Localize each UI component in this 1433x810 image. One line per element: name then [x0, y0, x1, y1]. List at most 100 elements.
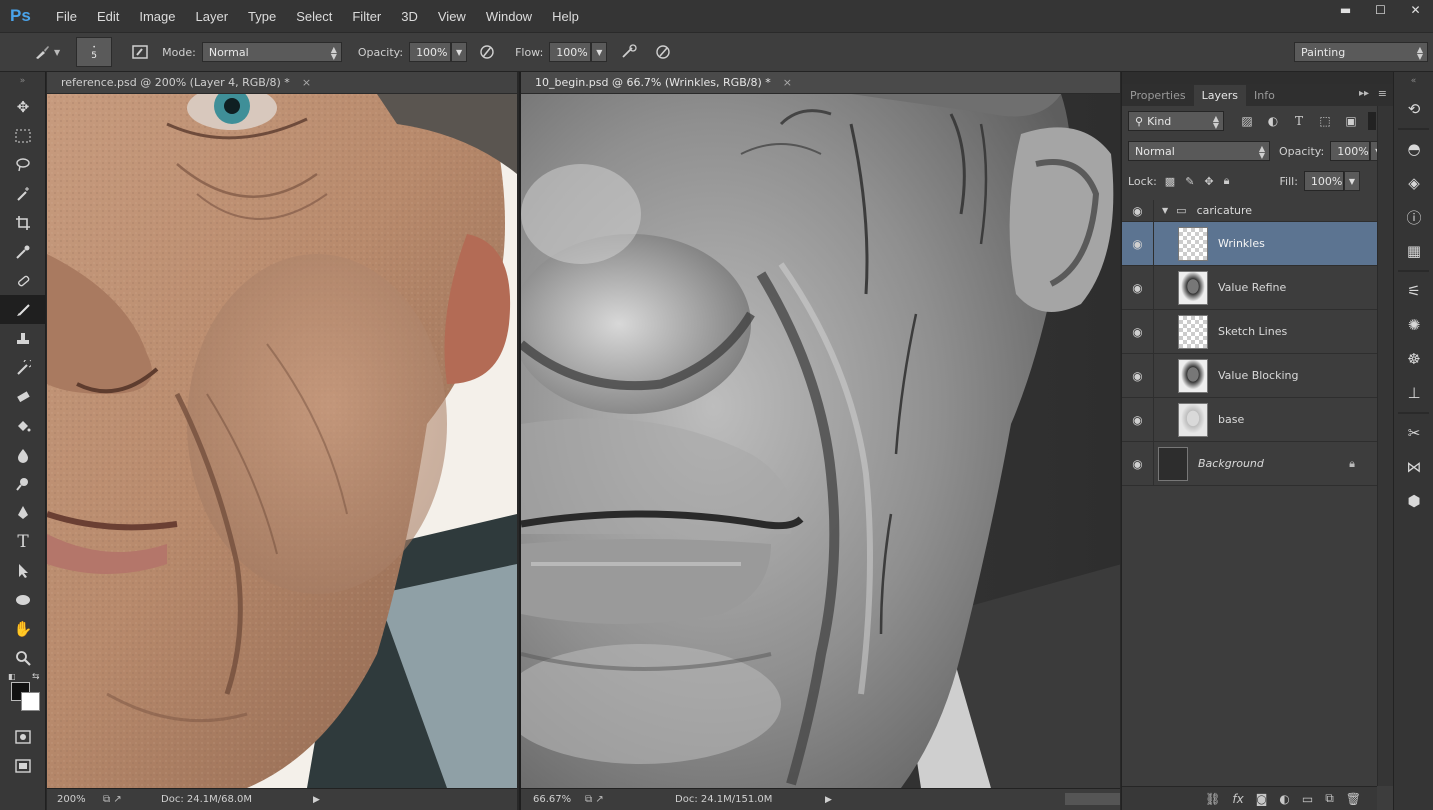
ellipse-tool-icon[interactable]: [0, 585, 46, 614]
maximize-button[interactable]: ☐: [1363, 0, 1398, 20]
workspace-dropdown[interactable]: Painting ▲ ▼: [1294, 42, 1428, 62]
menu-filter[interactable]: Filter: [352, 9, 381, 24]
airbrush-icon[interactable]: [617, 40, 641, 64]
menu-image[interactable]: Image: [139, 9, 175, 24]
adjustments-panel-icon[interactable]: ◓: [1394, 132, 1433, 166]
fill-slider-button[interactable]: ▼: [1343, 171, 1360, 191]
navigator-icon[interactable]: ☸: [1394, 342, 1433, 376]
add-mask-icon[interactable]: ◙: [1256, 792, 1268, 806]
flow-input[interactable]: 100%: [549, 42, 592, 62]
pixel-filter-icon[interactable]: ▨: [1238, 112, 1256, 130]
hand-tool-icon[interactable]: ✋: [0, 614, 46, 643]
layers-panel-icon[interactable]: ◈: [1394, 166, 1433, 200]
lock-transparent-icon[interactable]: ▩: [1165, 175, 1175, 188]
mode-dropdown[interactable]: Normal ▲ ▼: [201, 42, 342, 62]
pen-tool-icon[interactable]: [0, 498, 46, 527]
type-tool-icon[interactable]: T: [0, 527, 46, 556]
brush-panel-toggle-icon[interactable]: [128, 40, 152, 64]
share-icon[interactable]: ⧉ ↗: [103, 794, 143, 805]
visibility-eye-icon[interactable]: ◉: [1122, 398, 1154, 441]
new-layer-icon[interactable]: ⧉: [1325, 791, 1334, 806]
painting-canvas[interactable]: [521, 94, 1120, 788]
menu-type[interactable]: Type: [248, 9, 276, 24]
adjustment-layer-icon[interactable]: ◐: [1279, 792, 1289, 806]
swap-colors-icon[interactable]: ⇆: [32, 672, 40, 682]
layer-row-wrinkles[interactable]: ◉ Wrinkles: [1122, 222, 1377, 266]
lock-position-icon[interactable]: ✥: [1204, 175, 1213, 188]
eraser-tool-icon[interactable]: [0, 382, 46, 411]
flow-slider-button[interactable]: ▼: [591, 42, 608, 62]
layer-row-value-blocking[interactable]: ◉ Value Blocking: [1122, 354, 1377, 398]
swatches-panel-icon[interactable]: ▦: [1394, 234, 1433, 268]
close-tab-icon[interactable]: ×: [302, 76, 311, 89]
path-selection-icon[interactable]: [0, 556, 46, 585]
layer-row-value-refine[interactable]: ◉ Value Refine: [1122, 266, 1377, 310]
menu-layer[interactable]: Layer: [196, 9, 229, 24]
clone-stamp-icon[interactable]: [0, 324, 46, 353]
type-filter-icon[interactable]: T: [1290, 112, 1308, 130]
document-tab-painting[interactable]: 10_begin.psd @ 66.7% (Wrinkles, RGB/8) *…: [521, 72, 1120, 94]
tab-properties[interactable]: Properties: [1122, 85, 1194, 106]
tab-info[interactable]: Info: [1246, 85, 1283, 106]
pressure-size-icon[interactable]: [651, 40, 675, 64]
status-menu-arrow-icon[interactable]: ▶: [313, 795, 320, 805]
chevron-down-icon[interactable]: ▼: [54, 48, 60, 57]
minimize-button[interactable]: ▬: [1328, 0, 1363, 20]
layers-scrollbar[interactable]: [1377, 106, 1393, 786]
zoom-level[interactable]: 66.67%: [533, 794, 585, 805]
collapse-panel-icon[interactable]: ▸▸: [1359, 88, 1369, 99]
visibility-eye-icon[interactable]: ◉: [1122, 354, 1154, 397]
visibility-eye-icon[interactable]: ◉: [1122, 442, 1154, 485]
opacity-slider-button[interactable]: ▼: [451, 42, 468, 62]
history-panel-icon[interactable]: ⟲: [1394, 92, 1433, 126]
status-menu-arrow-icon[interactable]: ▶: [825, 795, 832, 805]
zoom-level[interactable]: 200%: [57, 794, 103, 805]
background-color-swatch[interactable]: [21, 692, 40, 711]
brush-presets-icon[interactable]: ⚟: [1394, 274, 1433, 308]
shape-filter-icon[interactable]: ⬚: [1316, 112, 1334, 130]
trash-icon[interactable]: 🗑︎: [1346, 792, 1361, 806]
horizontal-scrollbar[interactable]: [1065, 793, 1120, 805]
layer-row-sketch-lines[interactable]: ◉ Sketch Lines: [1122, 310, 1377, 354]
screen-mode-icon[interactable]: [0, 751, 46, 780]
smart-object-filter-icon[interactable]: ▣: [1342, 112, 1360, 130]
blur-tool-icon[interactable]: [0, 440, 46, 469]
magic-wand-icon[interactable]: [0, 179, 46, 208]
brush-panel-icon[interactable]: ✺: [1394, 308, 1433, 342]
zoom-tool-icon[interactable]: [0, 643, 46, 672]
menu-3d[interactable]: 3D: [401, 9, 418, 24]
tab-layers[interactable]: Layers: [1193, 85, 1246, 106]
layer-style-fx-icon[interactable]: fx: [1232, 792, 1243, 806]
chevron-down-icon[interactable]: ▼: [1162, 206, 1168, 215]
menu-window[interactable]: Window: [486, 9, 532, 24]
marquee-tool-icon[interactable]: [0, 121, 46, 150]
info-panel-icon[interactable]: ⓘ: [1394, 200, 1433, 234]
brush-tool-icon[interactable]: [0, 295, 46, 324]
menu-file[interactable]: File: [56, 9, 77, 24]
menu-edit[interactable]: Edit: [97, 9, 119, 24]
menu-help[interactable]: Help: [552, 9, 579, 24]
menu-view[interactable]: View: [438, 9, 466, 24]
move-tool-icon[interactable]: ✥: [0, 92, 46, 121]
close-window-button[interactable]: ✕: [1398, 0, 1433, 20]
tool-presets-icon[interactable]: ✂: [1394, 416, 1433, 450]
menu-select[interactable]: Select: [296, 9, 332, 24]
dodge-tool-icon[interactable]: [0, 469, 46, 498]
layer-group-caricature[interactable]: ◉ ▼ ▭ caricature: [1122, 200, 1377, 222]
filter-toggle-switch[interactable]: [1368, 112, 1376, 130]
close-tab-icon[interactable]: ×: [783, 76, 792, 89]
fill-input[interactable]: 100%: [1303, 171, 1344, 191]
lasso-tool-icon[interactable]: [0, 150, 46, 179]
document-tab-reference[interactable]: reference.psd @ 200% (Layer 4, RGB/8) * …: [47, 72, 517, 94]
clone-source-icon[interactable]: ⊥: [1394, 376, 1433, 410]
visibility-eye-icon[interactable]: ◉: [1122, 200, 1154, 221]
panel-menu-icon[interactable]: ≡: [1378, 87, 1387, 100]
panel-grip-icon[interactable]: »: [0, 72, 45, 92]
visibility-eye-icon[interactable]: ◉: [1122, 222, 1154, 265]
visibility-eye-icon[interactable]: ◉: [1122, 266, 1154, 309]
eyedropper-icon[interactable]: [0, 237, 46, 266]
pressure-opacity-icon[interactable]: [475, 40, 499, 64]
quick-mask-icon[interactable]: [0, 722, 46, 751]
new-group-icon[interactable]: ▭: [1302, 792, 1313, 806]
paths-panel-icon[interactable]: ⋈: [1394, 450, 1433, 484]
